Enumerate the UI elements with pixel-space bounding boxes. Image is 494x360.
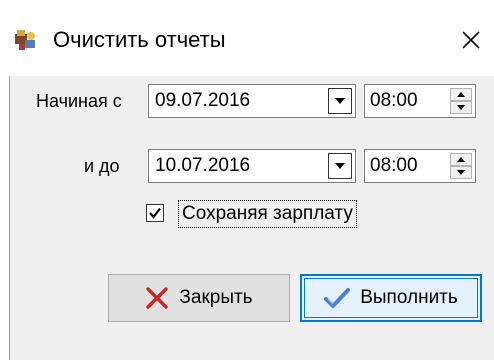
start-date-dropdown-button[interactable] [328,88,352,114]
end-label: и до [84,156,120,176]
spin-up-icon [457,92,465,97]
title-bar: Очистить отчеты [0,0,494,78]
execute-button-label: Выполнить [360,287,458,308]
start-time-down-button[interactable] [450,101,472,114]
checkmark-icon [324,287,351,309]
clear-reports-dialog: Очистить отчеты Начиная с 09.07.2016 08:… [0,0,494,360]
end-time-up-button[interactable] [450,153,472,166]
spin-down-icon [457,170,465,175]
close-icon [462,31,480,49]
window-close-button[interactable] [454,24,488,56]
end-date-combo[interactable]: 10.07.2016 [148,149,356,183]
start-time-value: 08:00 [370,90,418,111]
end-date-value: 10.07.2016 [155,155,251,176]
checkmark-icon [149,207,161,219]
end-date-dropdown-button[interactable] [328,153,352,179]
spin-down-icon [457,105,465,110]
end-time-spin-arrows [450,153,472,179]
close-x-icon [145,286,169,310]
close-button-label: Закрыть [179,287,253,308]
keep-salary-label[interactable]: Сохраняя зарплату [178,200,357,228]
chevron-down-icon [335,98,345,104]
spin-up-icon [457,157,465,162]
app-icon [13,28,39,52]
start-time-up-button[interactable] [450,88,472,101]
execute-button[interactable]: Выполнить [300,274,482,322]
start-time-spinner[interactable]: 08:00 [364,84,476,118]
window-title: Очистить отчеты [53,27,226,52]
chevron-down-icon [335,163,345,169]
keep-salary-checkbox[interactable] [146,204,164,222]
start-date-combo[interactable]: 09.07.2016 [148,84,356,118]
end-time-down-button[interactable] [450,166,472,179]
start-time-spin-arrows [450,88,472,114]
start-date-value: 09.07.2016 [155,90,251,111]
end-time-value: 08:00 [370,155,418,176]
close-button[interactable]: Закрыть [108,274,290,322]
end-time-spinner[interactable]: 08:00 [364,149,476,183]
start-label: Начиная с [36,91,122,111]
